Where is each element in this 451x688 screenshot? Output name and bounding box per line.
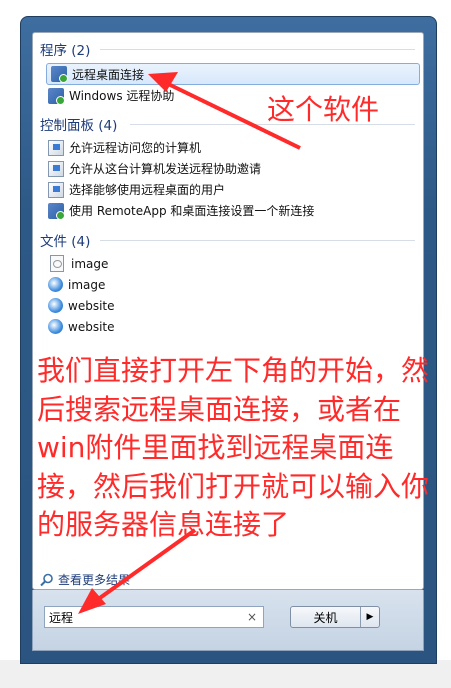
arrow-to-search-box xyxy=(78,528,197,614)
arrow-to-remote-desktop xyxy=(148,72,301,150)
annotation-arrows xyxy=(78,72,301,614)
